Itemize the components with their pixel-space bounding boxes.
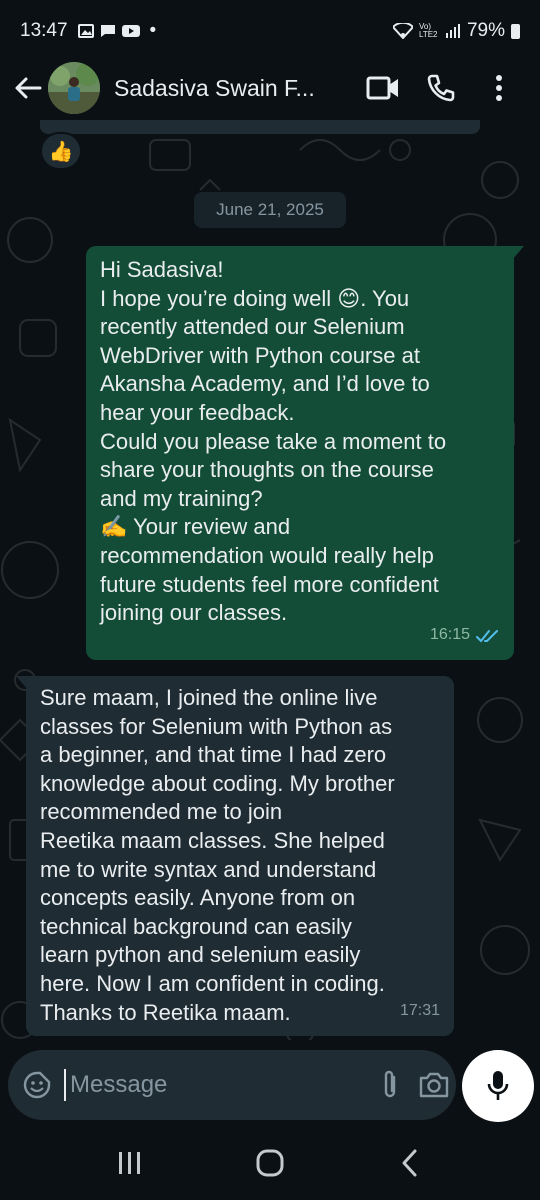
message-line-with-emoji: ✍️ Your review and <box>100 513 500 542</box>
message-icon <box>100 25 115 37</box>
voice-call-button[interactable] <box>418 65 464 111</box>
phone-icon <box>427 74 455 102</box>
attach-button[interactable] <box>380 1065 400 1105</box>
back-button[interactable] <box>6 66 50 110</box>
smile-emoji-icon: 😊 <box>337 285 361 311</box>
message-text: Your review and <box>127 514 291 540</box>
system-nav-bar <box>0 1126 540 1200</box>
thumbs-up-icon: 👍 <box>48 140 74 163</box>
message-line: Thanks to Reetika maam. <box>40 999 291 1025</box>
header-actions <box>360 65 522 111</box>
sticker-button[interactable] <box>22 1065 52 1105</box>
message-line: Reetika maam classes. She helped <box>40 827 385 853</box>
message-composer <box>8 1050 456 1120</box>
more-options-button[interactable] <box>476 65 522 111</box>
battery-text: 79% <box>466 20 505 41</box>
contact-name[interactable]: Sadasiva Swain F... <box>114 75 334 102</box>
back-arrow-icon <box>15 77 42 99</box>
youtube-icon <box>121 25 140 37</box>
back-nav-button[interactable] <box>380 1138 440 1188</box>
message-line: concepts easily. Anyone from on <box>40 885 356 911</box>
message-line: classes for Selenium with Python as <box>40 713 393 739</box>
chat-area[interactable]: 👍 June 21, 2025 Hi Sadasiva! I hope you’… <box>0 120 540 1040</box>
wifi-icon <box>392 23 413 39</box>
camera-icon <box>419 1072 449 1098</box>
message-line-with-emoji: I hope you’re doing well 😊. You <box>100 285 500 314</box>
previous-message-bubble <box>40 120 480 134</box>
status-dot: • <box>149 20 157 41</box>
message-line: share your thoughts on the course <box>100 457 434 483</box>
message-line: future students feel more confident <box>100 571 439 597</box>
message-line: recently attended our Selenium <box>100 314 405 340</box>
avatar-photo <box>48 62 100 114</box>
message-meta: 16:15 <box>430 621 500 650</box>
status-time: 13:47 <box>20 20 68 41</box>
message-text: . You <box>360 285 410 311</box>
message-line: recommendation would really help <box>100 542 434 568</box>
message-line: hear your feedback. <box>100 399 295 425</box>
recent-apps-icon <box>119 1152 140 1174</box>
status-right: Vo) LTE2 79% <box>392 20 520 42</box>
message-line: a beginner, and that time I had zero <box>40 742 387 768</box>
reaction-badge[interactable]: 👍 <box>40 132 82 170</box>
message-line: recommended me to join <box>40 799 283 825</box>
message-input[interactable] <box>64 1069 380 1101</box>
avatar[interactable] <box>48 62 100 114</box>
message-line: learn python and selenium easily <box>40 942 361 968</box>
network-label: Vo) LTE2 <box>418 22 438 39</box>
date-chip: June 21, 2025 <box>194 192 346 228</box>
message-line: Could you please take a moment to <box>100 428 447 454</box>
message-line: technical background can easily <box>40 913 352 939</box>
attach-icon <box>384 1070 396 1098</box>
message-line: Sure maam, I joined the online live <box>40 685 378 710</box>
recent-apps-button[interactable] <box>100 1138 160 1188</box>
outgoing-message[interactable]: Hi Sadasiva! I hope you’re doing well 😊.… <box>86 246 524 660</box>
image-icon <box>77 24 94 38</box>
chat-header: Sadasiva Swain F... <box>0 56 540 120</box>
home-icon <box>256 1149 284 1177</box>
message-line: WebDriver with Python course at <box>100 342 420 368</box>
message-line: Hi Sadasiva! <box>100 257 224 282</box>
camera-button[interactable] <box>418 1065 450 1105</box>
message-line: and my training? <box>100 485 263 511</box>
battery-icon <box>511 23 520 39</box>
signal-icon <box>445 24 460 38</box>
double-check-icon <box>476 629 498 643</box>
message-meta: 17:31 <box>400 997 440 1026</box>
message-line: Akansha Academy, and I’d love to <box>100 371 430 397</box>
notification-icons: • <box>77 20 157 42</box>
sticker-icon <box>23 1071 51 1099</box>
voice-message-button[interactable] <box>462 1050 534 1122</box>
message-line: here. Now I am confident in coding. <box>40 970 385 996</box>
message-time: 16:15 <box>429 626 470 644</box>
mic-icon <box>487 1071 509 1100</box>
more-vertical-icon <box>496 75 502 101</box>
message-time: 17:31 <box>399 1002 440 1020</box>
video-call-button[interactable] <box>360 65 406 111</box>
back-icon <box>402 1149 417 1177</box>
incoming-message[interactable]: Sure maam, I joined the online live clas… <box>16 676 454 1036</box>
message-line: knowledge about coding. My brother <box>40 770 395 796</box>
home-button[interactable] <box>240 1138 300 1188</box>
status-bar: 13:47 • Vo) LTE2 79% <box>0 0 540 62</box>
writing-hand-emoji-icon: ✍️ <box>100 514 128 540</box>
message-line: me to write syntax and understand <box>40 856 377 882</box>
message-text: I hope you’re doing well <box>100 285 332 311</box>
video-call-icon <box>366 76 398 100</box>
